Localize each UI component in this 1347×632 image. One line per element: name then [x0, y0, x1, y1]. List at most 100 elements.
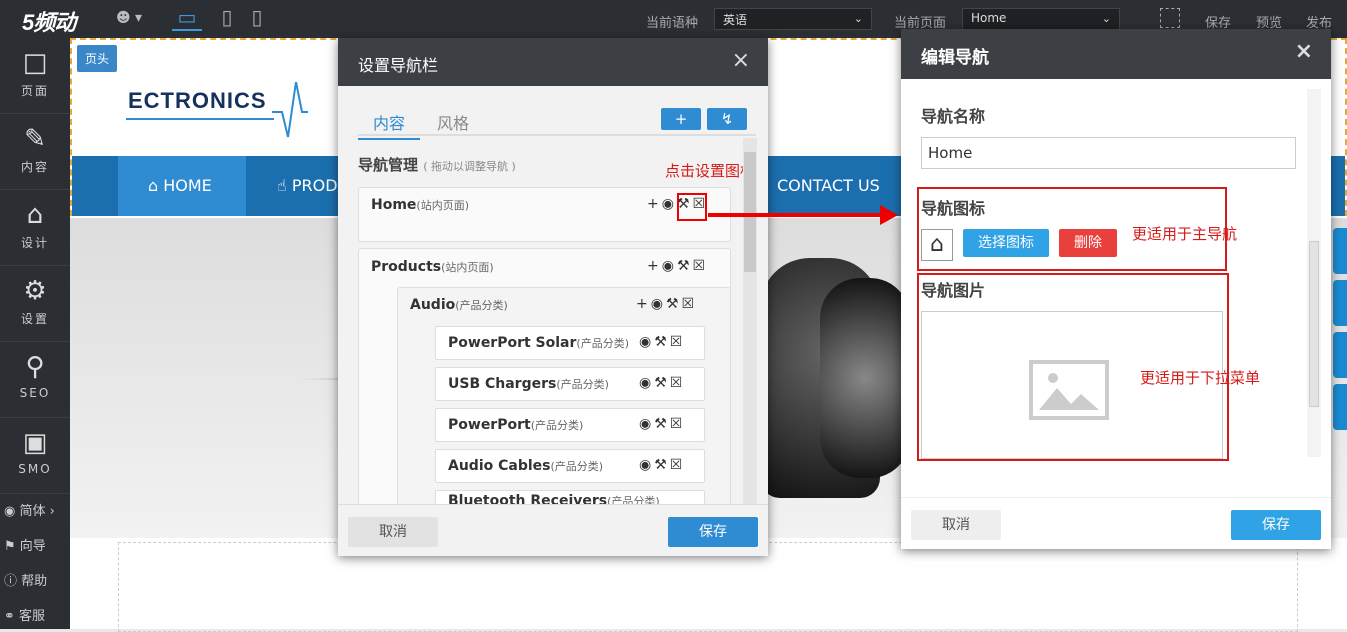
nav-type: (站内页面) — [441, 261, 494, 274]
headset-icon: ⚭ — [4, 609, 15, 624]
page-select[interactable]: Home ⌄ — [962, 8, 1120, 30]
help-icon: ⓘ — [4, 574, 18, 589]
tab-style[interactable]: 风格 — [422, 110, 484, 138]
nav-name: PowerPort Solar — [448, 335, 577, 351]
nav-home[interactable]: ⌂ HOME — [118, 156, 246, 216]
select-area-icon[interactable] — [1160, 8, 1180, 28]
plus-icon[interactable]: + — [647, 196, 662, 212]
row-actions: ◉⚒☒ — [639, 457, 685, 473]
sidebar-item-content[interactable]: ✎ 内容 — [0, 114, 70, 190]
trash-icon[interactable]: ☒ — [670, 375, 686, 391]
sidebar-item-page[interactable]: □ 页面 — [0, 38, 70, 114]
wrench-icon[interactable]: ⚒ — [654, 375, 670, 391]
eye-icon[interactable]: ◉ — [651, 296, 666, 312]
user-menu-icon[interactable]: ☻ ▾ — [116, 10, 142, 26]
gear-icon: ⚙ — [23, 276, 47, 306]
row-actions: ◉⚒☒ — [639, 334, 685, 350]
help-link[interactable]: ⓘ 帮助 — [4, 570, 47, 589]
wrench-icon[interactable]: ⚒ — [654, 334, 670, 350]
add-nav-button[interactable]: + — [661, 108, 701, 130]
row-actions: ◉⚒☒ — [639, 416, 685, 432]
side-tab[interactable] — [1333, 228, 1347, 274]
tab-content[interactable]: 内容 — [358, 110, 421, 140]
plus-icon[interactable]: + — [647, 258, 662, 274]
eye-icon[interactable]: ◉ — [662, 196, 677, 212]
dialog-scrollbar[interactable] — [743, 138, 757, 506]
support-link[interactable]: ⚭ 客服 — [4, 605, 45, 624]
guide-link[interactable]: ⚑ 向导 — [4, 535, 46, 554]
nav-subitem[interactable]: USB Chargers(产品分类) ◉⚒☒ — [435, 367, 705, 401]
brand-logo: ECTRONICS — [128, 88, 267, 113]
page-icon: □ — [22, 48, 48, 78]
trash-icon[interactable]: ☒ — [670, 457, 686, 473]
sidebar-label: 页面 — [20, 84, 49, 98]
nav-name: Home — [371, 197, 417, 213]
plus-icon[interactable]: + — [636, 296, 651, 312]
language-label: 当前语种 — [646, 16, 699, 31]
eye-icon[interactable]: ◉ — [639, 375, 654, 391]
save-button[interactable]: 保存 — [1231, 510, 1321, 540]
trash-icon[interactable]: ☒ — [670, 334, 686, 350]
page-value: Home — [971, 11, 1007, 25]
nav-subitem[interactable]: Audio Cables(产品分类) ◉⚒☒ — [435, 449, 705, 483]
desktop-view-icon[interactable]: ▭ — [172, 5, 202, 31]
cancel-button[interactable]: 取消 — [911, 510, 1001, 540]
store-icon: ⌂ — [26, 200, 44, 230]
eye-icon[interactable]: ◉ — [639, 416, 654, 432]
nav-type: (产品分类) — [455, 299, 508, 312]
cancel-button[interactable]: 取消 — [348, 517, 438, 547]
eye-icon[interactable]: ◉ — [662, 258, 677, 274]
wrench-icon[interactable]: ⚒ — [654, 416, 670, 432]
nav-type: (站内页面) — [416, 199, 470, 212]
row-actions: ◉⚒☒ — [639, 375, 685, 391]
app-logo[interactable]: 5频动 — [22, 5, 76, 37]
plus-icon: + — [674, 110, 688, 128]
nav-row-audio[interactable]: Audio(产品分类) +◉⚒☒ PowerPort Solar(产品分类) ◉… — [397, 287, 731, 510]
mobile-view-icon[interactable]: ▯ — [242, 5, 272, 31]
sidebar-item-design[interactable]: ⌂ 设计 — [0, 190, 70, 266]
dialog-scrollbar[interactable] — [1307, 89, 1321, 457]
nav-subitem[interactable]: PowerPort Solar(产品分类) ◉⚒☒ — [435, 326, 705, 360]
row-actions: +◉⚒☒ — [647, 258, 708, 274]
nav-name-input[interactable]: Home — [921, 137, 1296, 169]
sidebar-label: 设置 — [20, 312, 49, 326]
save-button[interactable]: 保存 — [668, 517, 758, 547]
choose-icon-button[interactable]: 选择图标 — [963, 229, 1049, 257]
scroll-thumb[interactable] — [1309, 241, 1319, 407]
dialog-header: 设置导航栏 × — [338, 38, 768, 86]
close-icon[interactable]: × — [732, 48, 750, 73]
tablet-view-icon[interactable]: ▯ — [212, 5, 242, 31]
wrench-icon[interactable]: ⚒ — [666, 296, 682, 312]
trash-icon[interactable]: ☒ — [670, 416, 686, 432]
close-icon[interactable]: × — [1295, 39, 1313, 64]
nav-label: HOME — [163, 176, 212, 195]
language-switch[interactable]: ◉ 简体 › — [4, 500, 55, 519]
annotation-highlight-box — [677, 193, 707, 221]
wrench-icon[interactable]: ⚒ — [654, 457, 670, 473]
delete-icon-button[interactable]: 删除 — [1059, 229, 1117, 257]
side-tab[interactable] — [1333, 332, 1347, 378]
nav-subitem[interactable]: PowerPort(产品分类) ◉⚒☒ — [435, 408, 705, 442]
edit-nav-dialog: 编辑导航 × 导航名称 Home 导航图标 ⌂ 选择图标 删除 更适用于主导航 … — [901, 29, 1331, 549]
nav-row-label: PowerPort(产品分类) — [448, 417, 583, 433]
sidebar-item-seo[interactable]: ⚲ SEO — [0, 342, 70, 418]
dialog-footer: 取消 保存 — [901, 497, 1331, 549]
nav-row-home[interactable]: Home(站内页面) +◉⚒☒ — [358, 187, 731, 242]
sidebar-item-settings[interactable]: ⚙ 设置 — [0, 266, 70, 342]
quick-action-button[interactable]: ↯ — [707, 108, 747, 130]
nav-label: PROD — [291, 176, 338, 195]
pulse-logo-icon — [272, 82, 308, 138]
side-tab[interactable] — [1333, 384, 1347, 430]
wrench-icon[interactable]: ⚒ — [677, 258, 693, 274]
trash-icon[interactable]: ☒ — [682, 296, 698, 312]
language-select[interactable]: 英语 ⌄ — [714, 8, 872, 30]
trash-icon[interactable]: ☒ — [693, 258, 709, 274]
eye-icon[interactable]: ◉ — [639, 457, 654, 473]
nav-row-label: Home(站内页面) — [371, 197, 469, 213]
eye-icon[interactable]: ◉ — [639, 334, 654, 350]
side-tab[interactable] — [1333, 280, 1347, 326]
nav-row-products[interactable]: Products(站内页面) +◉⚒☒ Audio(产品分类) +◉⚒☒ Pow… — [358, 248, 731, 510]
scroll-thumb[interactable] — [744, 152, 756, 272]
header-tag[interactable]: 页头 — [77, 45, 118, 72]
sidebar-item-smo[interactable]: ▣ SMO — [0, 418, 70, 494]
